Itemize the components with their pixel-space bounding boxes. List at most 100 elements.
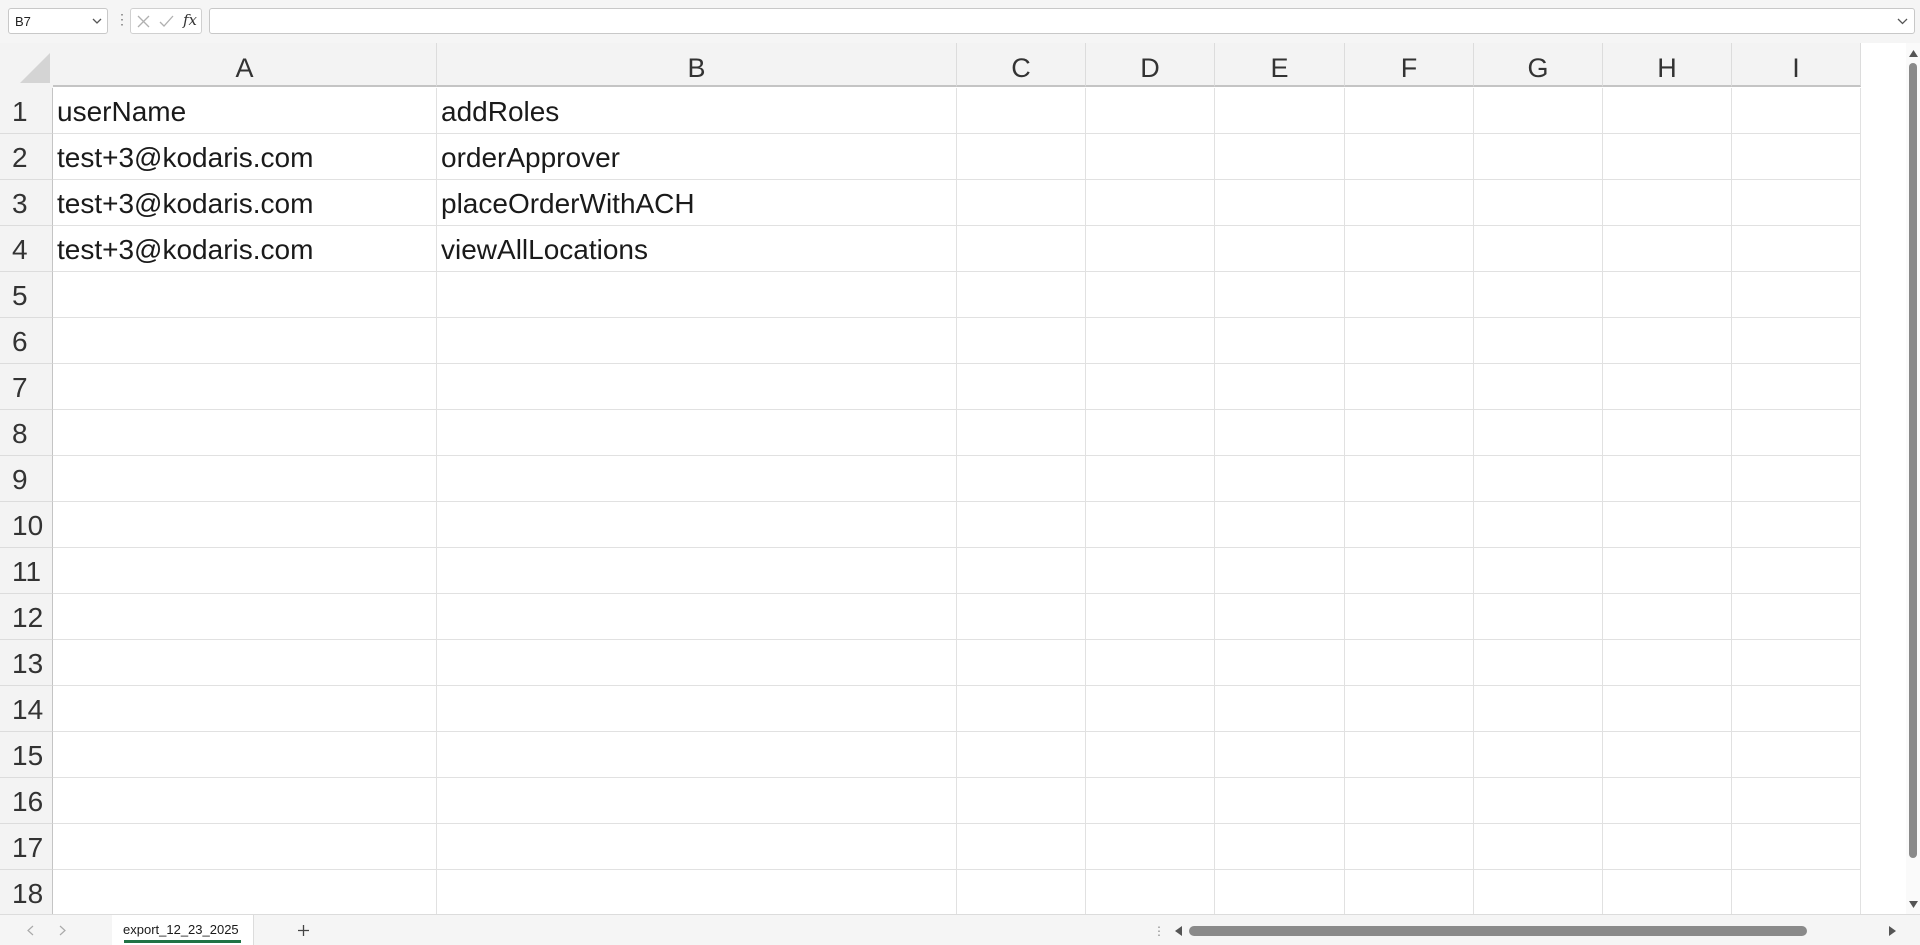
row-header-7[interactable]: 7 [0,364,53,410]
chevron-down-icon[interactable] [92,16,102,26]
cell-c3[interactable] [957,180,1086,226]
cell-e3[interactable] [1215,180,1345,226]
cell-h18[interactable] [1603,870,1732,914]
cell-f2[interactable] [1345,134,1474,180]
row-header-2[interactable]: 2 [0,134,53,180]
cell-h3[interactable] [1603,180,1732,226]
cell-f5[interactable] [1345,272,1474,318]
column-header-i[interactable]: I [1732,43,1861,87]
cell-g11[interactable] [1474,548,1603,594]
cell-h2[interactable] [1603,134,1732,180]
cell-a12[interactable] [53,594,437,640]
cell-d16[interactable] [1086,778,1215,824]
cell-a5[interactable] [53,272,437,318]
cell-c9[interactable] [957,456,1086,502]
cell-g3[interactable] [1474,180,1603,226]
cell-g16[interactable] [1474,778,1603,824]
cell-a15[interactable] [53,732,437,778]
cell-g6[interactable] [1474,318,1603,364]
cell-b5[interactable] [437,272,957,318]
cell-d5[interactable] [1086,272,1215,318]
cell-i11[interactable] [1732,548,1861,594]
cell-e14[interactable] [1215,686,1345,732]
cell-h9[interactable] [1603,456,1732,502]
cell-g10[interactable] [1474,502,1603,548]
cell-g9[interactable] [1474,456,1603,502]
cell-e12[interactable] [1215,594,1345,640]
cell-h10[interactable] [1603,502,1732,548]
cell-d10[interactable] [1086,502,1215,548]
cell-c1[interactable] [957,88,1086,134]
scroll-up-icon[interactable] [1909,50,1918,57]
cell-c16[interactable] [957,778,1086,824]
cell-f14[interactable] [1345,686,1474,732]
row-header-3[interactable]: 3 [0,180,53,226]
cell-h12[interactable] [1603,594,1732,640]
cell-e2[interactable] [1215,134,1345,180]
cell-h4[interactable] [1603,226,1732,272]
cell-e13[interactable] [1215,640,1345,686]
cell-i7[interactable] [1732,364,1861,410]
cell-d12[interactable] [1086,594,1215,640]
cell-d7[interactable] [1086,364,1215,410]
cell-d18[interactable] [1086,870,1215,914]
cell-d3[interactable] [1086,180,1215,226]
cell-b13[interactable] [437,640,957,686]
cell-c13[interactable] [957,640,1086,686]
cell-d6[interactable] [1086,318,1215,364]
horizontal-scroll-thumb[interactable] [1189,926,1807,936]
scroll-left-icon[interactable] [1175,926,1182,936]
cell-a6[interactable] [53,318,437,364]
cell-b17[interactable] [437,824,957,870]
cell-i9[interactable] [1732,456,1861,502]
cell-b15[interactable] [437,732,957,778]
cell-b18[interactable] [437,870,957,914]
column-header-f[interactable]: F [1345,43,1474,87]
cell-i10[interactable] [1732,502,1861,548]
row-header-9[interactable]: 9 [0,456,53,502]
cell-i15[interactable] [1732,732,1861,778]
cell-c11[interactable] [957,548,1086,594]
cell-d11[interactable] [1086,548,1215,594]
cell-b8[interactable] [437,410,957,456]
vertical-scroll-thumb[interactable] [1909,63,1917,858]
cell-g7[interactable] [1474,364,1603,410]
cell-a3[interactable]: test+3@kodaris.com [53,180,437,226]
formula-input[interactable] [209,8,1915,34]
cell-a1[interactable]: userName [53,88,437,134]
cell-d9[interactable] [1086,456,1215,502]
cell-e15[interactable] [1215,732,1345,778]
cell-d14[interactable] [1086,686,1215,732]
cell-c10[interactable] [957,502,1086,548]
cell-b16[interactable] [437,778,957,824]
column-header-b[interactable]: B [437,43,957,87]
cell-h5[interactable] [1603,272,1732,318]
cell-i3[interactable] [1732,180,1861,226]
cell-b9[interactable] [437,456,957,502]
cell-g5[interactable] [1474,272,1603,318]
close-icon[interactable] [137,15,150,28]
select-all-button[interactable] [0,43,53,88]
sheet-tab[interactable]: export_12_23_2025 [112,915,254,945]
column-header-g[interactable]: G [1474,43,1603,87]
row-header-11[interactable]: 11 [0,548,53,594]
cell-a9[interactable] [53,456,437,502]
cell-c7[interactable] [957,364,1086,410]
cell-e1[interactable] [1215,88,1345,134]
cell-i8[interactable] [1732,410,1861,456]
cell-b11[interactable] [437,548,957,594]
cell-d13[interactable] [1086,640,1215,686]
cell-c6[interactable] [957,318,1086,364]
cell-f16[interactable] [1345,778,1474,824]
chevron-right-icon[interactable] [59,925,67,936]
cell-c5[interactable] [957,272,1086,318]
cell-b14[interactable] [437,686,957,732]
cell-h14[interactable] [1603,686,1732,732]
cell-e4[interactable] [1215,226,1345,272]
cell-c14[interactable] [957,686,1086,732]
cell-i18[interactable] [1732,870,1861,914]
cell-g1[interactable] [1474,88,1603,134]
cell-h11[interactable] [1603,548,1732,594]
cell-c4[interactable] [957,226,1086,272]
cell-h6[interactable] [1603,318,1732,364]
